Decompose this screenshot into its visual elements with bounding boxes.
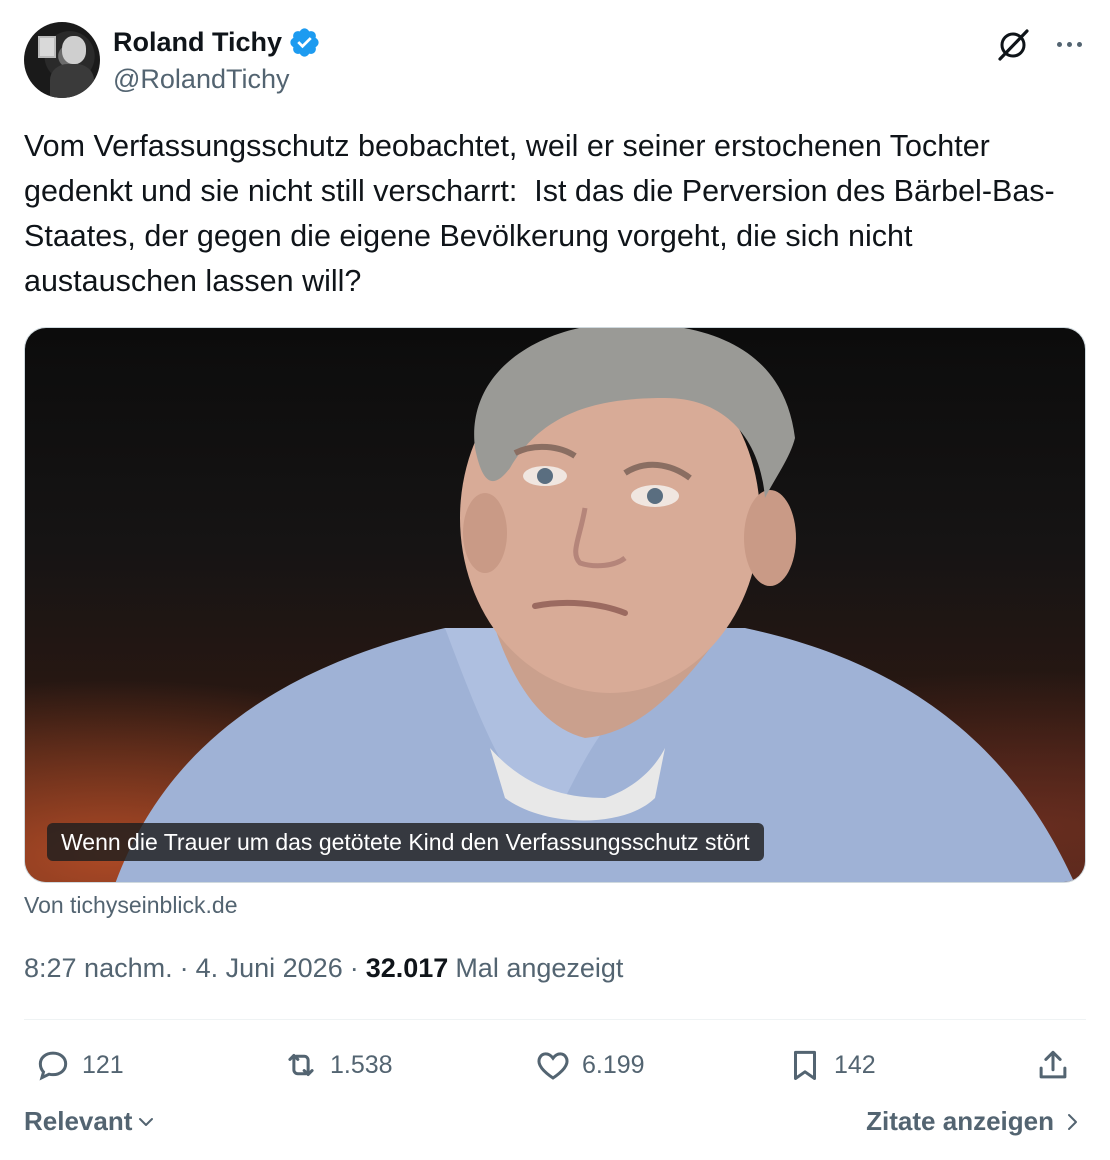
avatar-frame-detail bbox=[38, 36, 56, 58]
bottom-bar: Relevant Zitate anzeigen bbox=[24, 1106, 1086, 1146]
grok-icon[interactable] bbox=[996, 28, 1030, 62]
show-quotes-link[interactable]: Zitate anzeigen bbox=[866, 1106, 1082, 1137]
reply-icon bbox=[38, 1051, 68, 1081]
bookmark-button[interactable]: 142 bbox=[786, 1040, 876, 1090]
show-quotes-label: Zitate anzeigen bbox=[866, 1106, 1054, 1136]
views-label: Mal angezeigt bbox=[455, 953, 624, 983]
avatar-head-detail bbox=[62, 36, 86, 64]
reply-button[interactable]: 121 bbox=[34, 1040, 124, 1090]
tweet-date[interactable]: 4. Juni 2026 bbox=[196, 953, 343, 984]
like-count: 6.199 bbox=[582, 1050, 645, 1079]
reply-count: 121 bbox=[82, 1050, 124, 1079]
action-bar: 121 1.538 6.199 142 bbox=[24, 1040, 1086, 1090]
bookmark-icon bbox=[793, 1050, 817, 1080]
bookmark-count: 142 bbox=[834, 1050, 876, 1079]
more-dot bbox=[1076, 41, 1082, 47]
repost-icon bbox=[288, 1053, 314, 1077]
repost-button[interactable]: 1.538 bbox=[282, 1040, 393, 1090]
person-photo bbox=[115, 328, 1075, 882]
tweet-header: Roland Tichy @RolandTichy bbox=[24, 22, 1086, 100]
display-name[interactable]: Roland Tichy bbox=[113, 27, 282, 58]
more-dot bbox=[1056, 41, 1062, 47]
sort-label: Relevant bbox=[24, 1106, 133, 1136]
share-button[interactable] bbox=[1034, 1040, 1072, 1090]
views-count: 32.017 bbox=[365, 953, 449, 983]
meta-separator: · bbox=[349, 953, 359, 983]
media-caption: Wenn die Trauer um das getötete Kind den… bbox=[47, 823, 764, 861]
link-source[interactable]: Von tichyseinblick.de bbox=[24, 892, 238, 919]
avatar[interactable] bbox=[24, 22, 100, 98]
chevron-down-icon bbox=[139, 1117, 154, 1126]
heart-icon bbox=[537, 1052, 569, 1080]
chevron-right-icon bbox=[1068, 1113, 1077, 1130]
share-icon bbox=[1039, 1050, 1067, 1079]
avatar-body-detail bbox=[50, 64, 94, 98]
meta-separator: · bbox=[179, 953, 189, 983]
tweet-text: Vom Verfassungsschutz beobachtet, weil e… bbox=[24, 129, 1055, 298]
verified-badge-icon bbox=[290, 28, 319, 57]
more-dot bbox=[1066, 41, 1072, 47]
like-button[interactable]: 6.199 bbox=[534, 1040, 645, 1090]
name-row: Roland Tichy bbox=[113, 26, 321, 59]
tweet-meta: 8:27 nachm. · 4. Juni 2026 · 32.017 Mal … bbox=[24, 953, 623, 984]
media-card[interactable]: Wenn die Trauer um das getötete Kind den… bbox=[24, 327, 1086, 883]
repost-count: 1.538 bbox=[330, 1050, 393, 1079]
author-handle[interactable]: @RolandTichy bbox=[113, 64, 289, 95]
tweet-time[interactable]: 8:27 nachm. bbox=[24, 953, 173, 984]
sort-dropdown[interactable]: Relevant bbox=[24, 1106, 156, 1137]
more-icon[interactable] bbox=[1054, 32, 1084, 56]
divider bbox=[24, 1019, 1086, 1020]
